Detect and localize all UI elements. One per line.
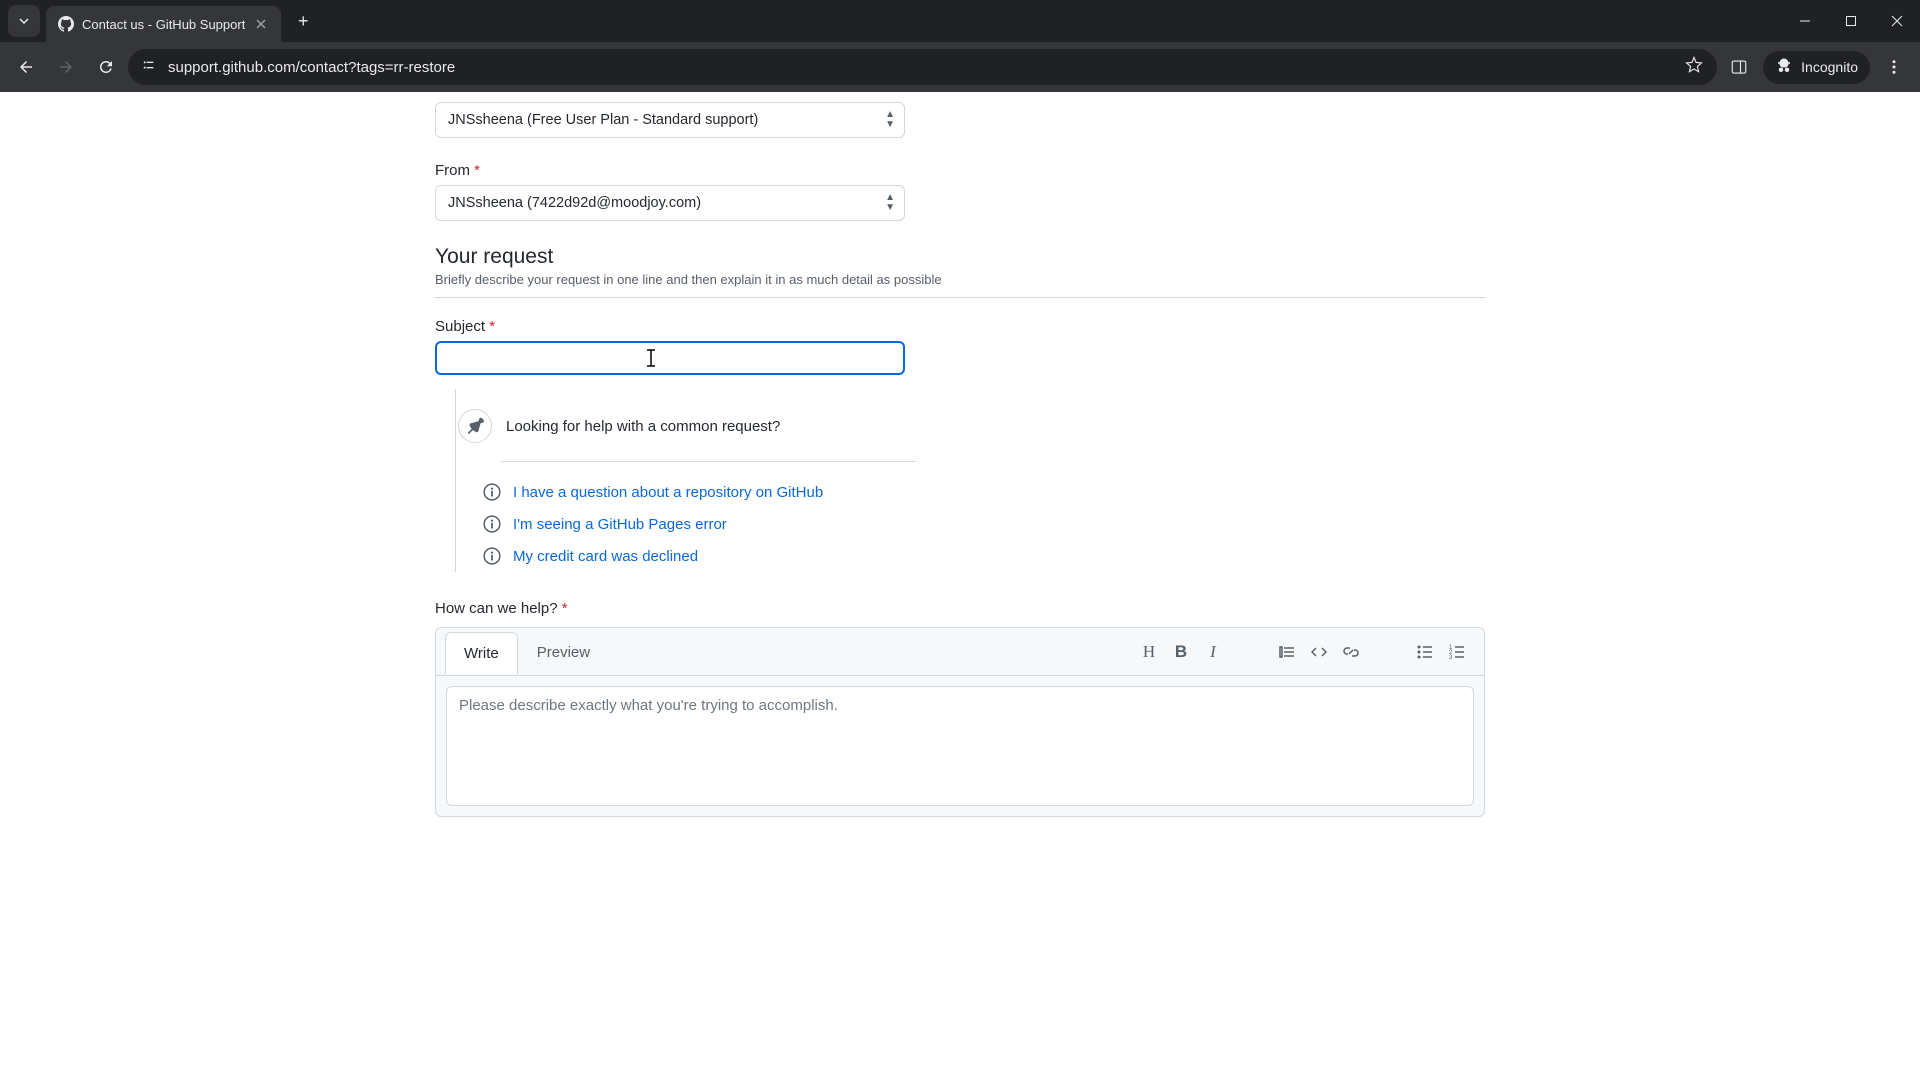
suggestions-panel: Looking for help with a common request? … <box>435 399 1485 572</box>
forward-button[interactable] <box>48 49 84 85</box>
info-icon <box>483 547 501 565</box>
tab-bar: Contact us - GitHub Support + <box>0 0 1920 42</box>
subject-label: Subject * <box>435 318 1485 335</box>
account-select[interactable]: JNSsheena (Free User Plan - Standard sup… <box>435 102 905 138</box>
menu-icon[interactable] <box>1876 49 1912 85</box>
suggestion-item[interactable]: I'm seeing a GitHub Pages error <box>455 508 1485 540</box>
browser-tab[interactable]: Contact us - GitHub Support <box>46 6 281 42</box>
reload-button[interactable] <box>88 49 124 85</box>
minimize-button[interactable] <box>1782 0 1828 42</box>
help-label: How can we help? * <box>435 600 1485 617</box>
suggestion-link[interactable]: I'm seeing a GitHub Pages error <box>513 516 727 533</box>
editor-placeholder: Please describe exactly what you're tryi… <box>459 697 838 714</box>
telescope-icon <box>458 409 492 443</box>
tab-title: Contact us - GitHub Support <box>82 17 245 32</box>
account-field: JNSsheena (Free User Plan - Standard sup… <box>435 102 1485 138</box>
section-subtitle: Briefly describe your request in one lin… <box>435 272 1485 298</box>
from-select[interactable]: JNSsheena (7422d92d@moodjoy.com) <box>435 185 905 221</box>
subject-input[interactable] <box>435 341 905 375</box>
github-favicon-icon <box>58 16 74 32</box>
editor-textarea[interactable]: Please describe exactly what you're tryi… <box>446 686 1474 806</box>
window-controls <box>1782 0 1920 42</box>
suggestions-heading: Looking for help with a common request? <box>506 418 780 435</box>
page-content: JNSsheena (Free User Plan - Standard sup… <box>0 92 1920 1080</box>
section-title: Your request <box>435 245 1485 269</box>
divider <box>501 461 916 462</box>
suggestion-item[interactable]: I have a question about a repository on … <box>455 476 1485 508</box>
incognito-badge[interactable]: Incognito <box>1763 51 1870 84</box>
quote-icon[interactable] <box>1278 643 1296 661</box>
address-bar: support.github.com/contact?tags=rr-resto… <box>0 42 1920 92</box>
toolbar-right: Incognito <box>1721 49 1912 85</box>
url-bar[interactable]: support.github.com/contact?tags=rr-resto… <box>128 49 1717 85</box>
svg-text:3: 3 <box>1449 655 1453 660</box>
chevron-updown-icon: ▲▼ <box>885 110 895 130</box>
editor-toolbar: Write Preview H B I <box>436 628 1484 676</box>
italic-icon[interactable]: I <box>1204 643 1222 661</box>
side-panel-icon[interactable] <box>1721 49 1757 85</box>
from-field: From * JNSsheena (7422d92d@moodjoy.com) … <box>435 162 1485 221</box>
url-text: support.github.com/contact?tags=rr-resto… <box>168 59 1675 76</box>
code-icon[interactable] <box>1310 643 1328 661</box>
markdown-editor: Write Preview H B I <box>435 627 1485 817</box>
suggestion-link[interactable]: My credit card was declined <box>513 548 698 565</box>
back-button[interactable] <box>8 49 44 85</box>
new-tab-button[interactable]: + <box>289 7 317 35</box>
bold-icon[interactable]: B <box>1172 643 1190 661</box>
site-settings-icon[interactable] <box>142 57 158 77</box>
chevron-updown-icon: ▲▼ <box>885 193 895 213</box>
link-icon[interactable] <box>1342 643 1360 661</box>
browser-chrome: Contact us - GitHub Support + support.gi… <box>0 0 1920 92</box>
preview-tab[interactable]: Preview <box>518 631 609 673</box>
heading-icon[interactable]: H <box>1140 643 1158 661</box>
close-window-button[interactable] <box>1874 0 1920 42</box>
write-tab[interactable]: Write <box>445 632 518 674</box>
bookmark-icon[interactable] <box>1685 56 1703 78</box>
suggestion-link[interactable]: I have a question about a repository on … <box>513 484 823 501</box>
bullet-list-icon[interactable] <box>1416 643 1434 661</box>
numbered-list-icon[interactable]: 123 <box>1448 643 1466 661</box>
incognito-label: Incognito <box>1801 59 1858 75</box>
info-icon <box>483 483 501 501</box>
tab-search-dropdown[interactable] <box>8 5 40 37</box>
info-icon <box>483 515 501 533</box>
subject-field: Subject * <box>435 318 1485 375</box>
incognito-icon <box>1775 57 1793 78</box>
close-tab-icon[interactable] <box>253 16 269 32</box>
suggestion-item[interactable]: My credit card was declined <box>455 540 1485 572</box>
from-label: From * <box>435 162 1485 179</box>
maximize-button[interactable] <box>1828 0 1874 42</box>
